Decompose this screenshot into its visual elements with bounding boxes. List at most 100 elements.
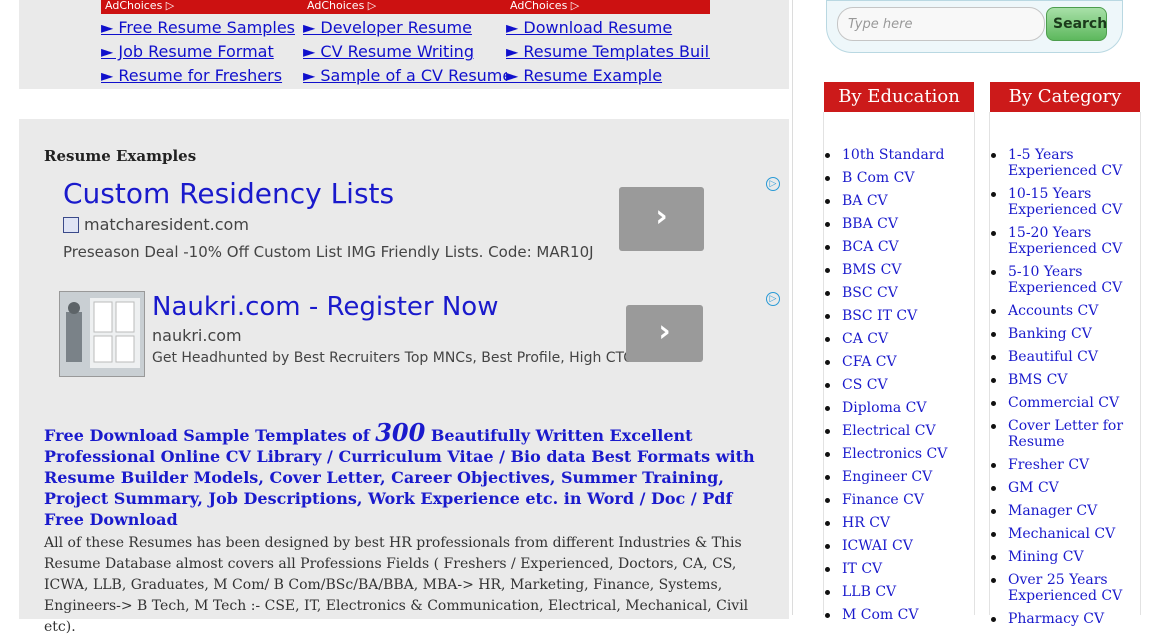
category-link[interactable]: Commercial CV bbox=[1008, 395, 1119, 411]
list-item[interactable]: Mechanical CV bbox=[990, 526, 1130, 542]
category-link[interactable]: 5-10 Years Experienced CV bbox=[1008, 264, 1122, 296]
ad-arrow-button[interactable]: › bbox=[619, 187, 704, 251]
list-item[interactable]: Over 25 Years Experienced CV bbox=[990, 572, 1130, 604]
category-link[interactable]: Pharmacy CV bbox=[1008, 611, 1104, 627]
education-link[interactable]: Electronics CV bbox=[842, 446, 947, 462]
education-link[interactable]: CS CV bbox=[842, 377, 888, 393]
list-item[interactable]: BCA CV bbox=[824, 239, 972, 262]
search-button[interactable]: Search bbox=[1046, 7, 1107, 41]
education-link[interactable]: CA CV bbox=[842, 331, 888, 347]
list-item[interactable]: Diploma CV bbox=[824, 400, 972, 423]
list-item[interactable]: 10-15 Years Experienced CV bbox=[990, 186, 1130, 218]
ad-headline[interactable]: Custom Residency Lists bbox=[63, 177, 394, 210]
list-item[interactable]: 5-10 Years Experienced CV bbox=[990, 264, 1130, 296]
category-link[interactable]: BMS CV bbox=[1008, 372, 1068, 388]
category-link[interactable]: Cover Letter for Resume bbox=[1008, 418, 1123, 450]
ad-link[interactable]: ► Download Resume bbox=[506, 16, 710, 40]
category-link[interactable]: Manager CV bbox=[1008, 503, 1097, 519]
list-item[interactable]: LLB CV bbox=[824, 584, 972, 607]
list-item[interactable]: CA CV bbox=[824, 331, 972, 354]
list-item[interactable]: Cover Letter for Resume bbox=[990, 418, 1130, 450]
ad-arrow-button[interactable]: › bbox=[626, 305, 703, 362]
category-link[interactable]: Mechanical CV bbox=[1008, 526, 1115, 542]
list-item[interactable]: Mining CV bbox=[990, 549, 1130, 565]
search-input[interactable] bbox=[837, 7, 1045, 41]
education-link[interactable]: ICWAI CV bbox=[842, 538, 913, 554]
list-item[interactable]: Electronics CV bbox=[824, 446, 972, 469]
office-photo-thumbnail[interactable] bbox=[59, 291, 145, 377]
ad-link[interactable]: ► Free Resume Samples bbox=[101, 16, 305, 40]
adchoices-badge[interactable]: AdChoices ▷ bbox=[506, 0, 710, 14]
list-item[interactable]: 15-20 Years Experienced CV bbox=[990, 225, 1130, 257]
category-link[interactable]: Fresher CV bbox=[1008, 457, 1089, 473]
list-item[interactable]: Banking CV bbox=[990, 326, 1130, 342]
list-item[interactable]: Beautiful CV bbox=[990, 349, 1130, 365]
ad-info-icon[interactable]: ▷ bbox=[766, 292, 780, 306]
ad-domain[interactable]: naukri.com bbox=[152, 326, 242, 345]
list-item[interactable]: IT CV bbox=[824, 561, 972, 584]
education-link[interactable]: CFA CV bbox=[842, 354, 897, 370]
education-link[interactable]: BBA CV bbox=[842, 216, 898, 232]
list-item[interactable]: CFA CV bbox=[824, 354, 972, 377]
ad-link[interactable]: ► CV Resume Writing bbox=[303, 40, 507, 64]
list-item[interactable]: 1-5 Years Experienced CV bbox=[990, 147, 1130, 179]
list-item[interactable]: GM CV bbox=[990, 480, 1130, 496]
education-link[interactable]: BA CV bbox=[842, 193, 888, 209]
list-item[interactable]: B Com CV bbox=[824, 170, 972, 193]
category-link[interactable]: Over 25 Years Experienced CV bbox=[1008, 572, 1122, 604]
category-link[interactable]: Banking CV bbox=[1008, 326, 1092, 342]
category-link[interactable]: Mining CV bbox=[1008, 549, 1084, 565]
list-item[interactable]: ICWAI CV bbox=[824, 538, 972, 561]
list-item[interactable]: BSC IT CV bbox=[824, 308, 972, 331]
category-link[interactable]: GM CV bbox=[1008, 480, 1059, 496]
list-item[interactable]: HR CV bbox=[824, 515, 972, 538]
education-link[interactable]: B Com CV bbox=[842, 170, 914, 186]
ad-link[interactable]: ► Sample of a CV Resume bbox=[303, 64, 507, 88]
ad-unit-1[interactable]: Custom Residency Lists matcharesident.co… bbox=[44, 170, 789, 270]
list-item[interactable]: Finance CV bbox=[824, 492, 972, 515]
ad-link[interactable]: ► Job Resume Format bbox=[101, 40, 305, 64]
ad-link[interactable]: ► Resume Example bbox=[506, 64, 710, 88]
list-item[interactable]: Pharmacy CV bbox=[990, 611, 1130, 627]
category-link[interactable]: Beautiful CV bbox=[1008, 349, 1098, 365]
list-item[interactable]: Fresher CV bbox=[990, 457, 1130, 473]
list-item[interactable]: BSC CV bbox=[824, 285, 972, 308]
list-item[interactable]: M Com CV bbox=[824, 607, 972, 630]
ad-info-icon[interactable]: ▷ bbox=[766, 177, 780, 191]
adchoices-badge[interactable]: AdChoices ▷ bbox=[303, 0, 507, 14]
list-item[interactable]: Engineer CV bbox=[824, 469, 972, 492]
education-link[interactable]: BCA CV bbox=[842, 239, 899, 255]
list-item[interactable]: Accounts CV bbox=[990, 303, 1130, 319]
ad-link[interactable]: ► Resume for Freshers bbox=[101, 64, 305, 88]
education-link[interactable]: BSC IT CV bbox=[842, 308, 917, 324]
list-item[interactable]: Commercial CV bbox=[990, 395, 1130, 411]
list-item[interactable]: BBA CV bbox=[824, 216, 972, 239]
ad-unit-2[interactable]: Naukri.com - Register Now naukri.com Get… bbox=[59, 291, 789, 377]
list-item[interactable]: Electrical CV bbox=[824, 423, 972, 446]
list-item[interactable]: Manager CV bbox=[990, 503, 1130, 519]
category-link[interactable]: 10-15 Years Experienced CV bbox=[1008, 186, 1122, 218]
education-link[interactable]: Diploma CV bbox=[842, 400, 926, 416]
promo-heading[interactable]: Free Download Sample Templates of 300 Be… bbox=[44, 421, 774, 530]
list-item[interactable]: BA CV bbox=[824, 193, 972, 216]
education-link[interactable]: BSC CV bbox=[842, 285, 898, 301]
list-item[interactable]: BMS CV bbox=[824, 262, 972, 285]
education-link[interactable]: LLB CV bbox=[842, 584, 896, 600]
ad-link[interactable]: ► Developer Resume bbox=[303, 16, 507, 40]
education-link[interactable]: 10th Standard bbox=[842, 147, 944, 163]
list-item[interactable]: CS CV bbox=[824, 377, 972, 400]
ad-domain[interactable]: matcharesident.com bbox=[84, 215, 249, 234]
education-link[interactable]: Engineer CV bbox=[842, 469, 932, 485]
category-link[interactable]: 1-5 Years Experienced CV bbox=[1008, 147, 1122, 179]
category-link[interactable]: Accounts CV bbox=[1008, 303, 1098, 319]
category-link[interactable]: 15-20 Years Experienced CV bbox=[1008, 225, 1122, 257]
adchoices-badge[interactable]: AdChoices ▷ bbox=[101, 0, 305, 14]
education-link[interactable]: Electrical CV bbox=[842, 423, 936, 439]
education-link[interactable]: M Com CV bbox=[842, 607, 918, 623]
education-link[interactable]: IT CV bbox=[842, 561, 882, 577]
education-link[interactable]: BMS CV bbox=[842, 262, 902, 278]
education-link[interactable]: Finance CV bbox=[842, 492, 924, 508]
list-item[interactable]: 10th Standard bbox=[824, 147, 972, 170]
list-item[interactable]: BMS CV bbox=[990, 372, 1130, 388]
education-link[interactable]: HR CV bbox=[842, 515, 890, 531]
